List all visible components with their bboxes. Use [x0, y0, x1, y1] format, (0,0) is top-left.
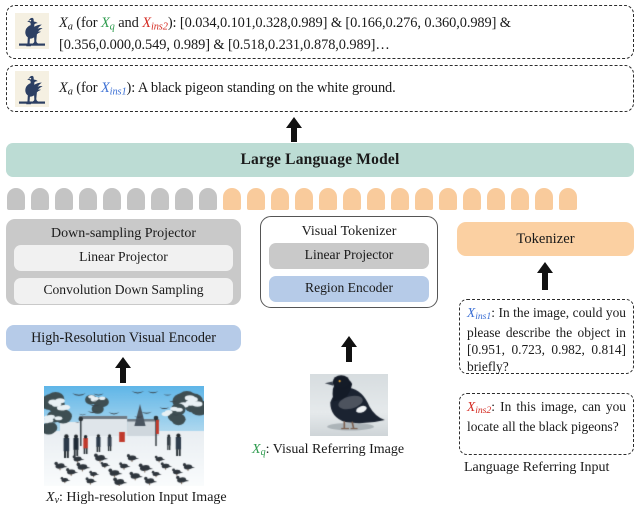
text-token	[343, 188, 361, 210]
arrow-llm-to-answer	[281, 116, 307, 142]
visual-token	[103, 188, 121, 210]
large-language-model-block[interactable]: Large Language Model	[6, 143, 634, 177]
prompt-ins1-text: : In the image, could you please describ…	[467, 305, 626, 374]
text-token	[439, 188, 457, 210]
answer-box-caption: Xa (for Xins1): A black pigeon standing …	[6, 65, 634, 112]
text-token	[271, 188, 289, 210]
down-sampling-projector-panel[interactable]: Down-sampling Projector Linear Projector…	[6, 219, 241, 305]
bbox-list-line1: [0.034,0.101,0.328,0.989] & [0.166,0.276…	[180, 15, 511, 31]
text-token	[223, 188, 241, 210]
text-token	[295, 188, 313, 210]
x-a-symbol: Xa	[59, 15, 73, 31]
arrow-prompts-to-tokenizer	[533, 262, 557, 290]
text-token	[367, 188, 385, 210]
visual-token	[55, 188, 73, 210]
high-resolution-visual-encoder-block[interactable]: High-Resolution Visual Encoder	[6, 325, 241, 351]
prompt-ins2-box[interactable]: Xins2: In this image, can you locate all…	[459, 393, 634, 455]
x-q-symbol: Xq	[101, 15, 115, 31]
token-embedding-row	[7, 188, 583, 210]
visual-token	[151, 188, 169, 210]
visual-tokenizer-panel[interactable]: Visual Tokenizer Linear Projector Region…	[260, 216, 438, 308]
visual-token	[31, 188, 49, 210]
prompt-ins2-text: : In this image, can you locate all the …	[467, 399, 626, 434]
text-token	[559, 188, 577, 210]
visual-token	[175, 188, 193, 210]
visual-token	[127, 188, 145, 210]
answer-caption-text: Xa (for Xins1): A black pigeon standing …	[59, 77, 396, 100]
referring-image-caption: Xq: Visual Referring Image	[252, 442, 404, 458]
text-token	[247, 188, 265, 210]
visual-referring-image	[310, 374, 388, 436]
visual-encoder-label: High-Resolution Visual Encoder	[31, 330, 216, 347]
for-label: (for	[76, 15, 101, 31]
visual-tokenizer-title: Visual Tokenizer	[269, 221, 429, 243]
vicuna-llama-icon	[15, 71, 49, 107]
input-image-caption: Xv: High-resolution Input Image	[46, 490, 227, 506]
colon-label: ):	[127, 80, 138, 96]
answer-grounding-text: Xa (for Xq and Xins2): [0.034,0.101,0.32…	[59, 12, 625, 55]
down-sampling-projector-title: Down-sampling Projector	[14, 223, 233, 245]
input-image-caption-text: : High-resolution Input Image	[59, 490, 227, 505]
for-label: (for	[76, 80, 101, 96]
arrow-image-to-visual-encoder	[111, 357, 135, 383]
visual-token	[199, 188, 217, 210]
tokenizer-label: Tokenizer	[516, 231, 574, 248]
linear-projector-block[interactable]: Linear Projector	[269, 243, 429, 269]
linear-projector-block[interactable]: Linear Projector	[14, 245, 233, 271]
x-q-symbol: Xq	[252, 442, 266, 457]
x-ins1-symbol: Xins1	[467, 305, 491, 320]
referring-image-caption-text: : Visual Referring Image	[266, 442, 404, 457]
text-token	[487, 188, 505, 210]
text-token	[535, 188, 553, 210]
arrow-referring-image-to-tokenizer	[337, 336, 361, 362]
caption-answer-text: A black pigeon standing on the white gro…	[138, 80, 396, 96]
x-v-symbol: Xv	[46, 490, 59, 505]
x-ins1-symbol: Xins1	[101, 80, 127, 96]
convolution-down-sampling-block[interactable]: Convolution Down Sampling	[14, 278, 233, 304]
llm-label: Large Language Model	[241, 151, 400, 169]
language-referring-input-caption: Language Referring Input	[464, 460, 609, 476]
answer-box-grounding: Xa (for Xq and Xins2): [0.034,0.101,0.32…	[6, 5, 634, 59]
diagram-canvas: Xa (for Xq and Xins2): [0.034,0.101,0.32…	[0, 0, 640, 516]
text-token	[415, 188, 433, 210]
text-token	[463, 188, 481, 210]
text-token	[391, 188, 409, 210]
colon-label: ):	[168, 15, 180, 31]
vicuna-llama-icon	[15, 13, 49, 49]
bbox-list-line2: [0.356,0.000,0.549, 0.989] & [0.518,0.23…	[59, 37, 390, 53]
high-resolution-input-image	[44, 386, 204, 486]
and-label: and	[115, 15, 142, 31]
x-a-symbol: Xa	[59, 80, 73, 96]
text-token	[319, 188, 337, 210]
visual-token	[79, 188, 97, 210]
visual-token	[7, 188, 25, 210]
region-encoder-block[interactable]: Region Encoder	[269, 276, 429, 302]
tokenizer-block[interactable]: Tokenizer	[457, 222, 634, 256]
x-ins2-symbol: Xins2	[467, 399, 491, 414]
text-token	[511, 188, 529, 210]
x-ins2-symbol: Xins2	[142, 15, 168, 31]
prompt-ins1-box[interactable]: Xins1: In the image, could you please de…	[459, 299, 634, 374]
